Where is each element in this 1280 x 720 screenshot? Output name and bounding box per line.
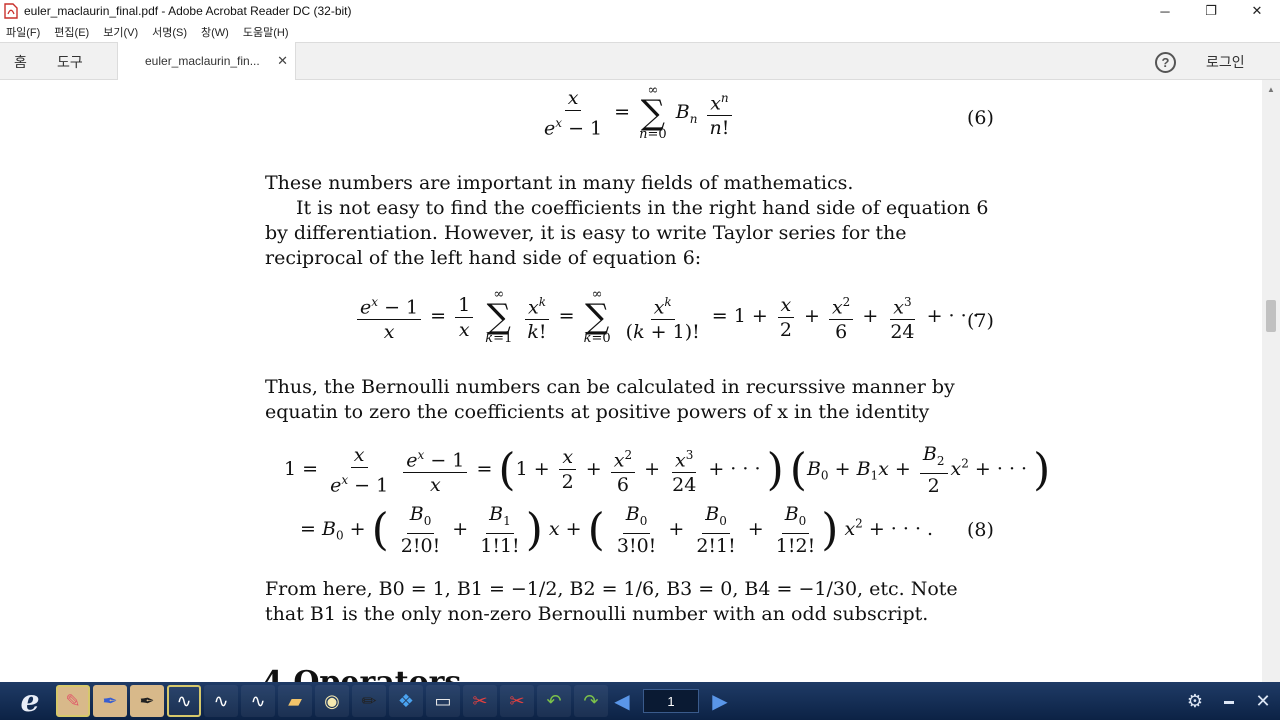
page-number-field[interactable]: 1 — [643, 689, 699, 713]
scroll-thumb[interactable] — [1266, 300, 1276, 332]
document-tab-label: euler_maclaurin_fin... — [145, 54, 260, 68]
restore-button[interactable]: ❐ — [1188, 0, 1234, 22]
document-viewport[interactable]: x ex − 1 = ∞ ∑ n=0 Bn xn n! (6) These number… — [0, 80, 1262, 682]
scroll-up-arrow-icon[interactable]: ▲ — [1267, 85, 1275, 94]
section-heading: 4 Operators — [262, 665, 461, 682]
menu-view[interactable]: 보기(V) — [101, 24, 140, 40]
equation-8-line-2: = B0 + ( B0 2!0! + B1 1!1!) x + ( B0 3!0! +… — [300, 503, 934, 557]
equation-6-number: (6) — [967, 107, 994, 129]
paragraph-2: It is not easy to find the coefficients … — [265, 197, 989, 269]
tab-document[interactable]: euler_maclaurin_fin... ✕ — [117, 42, 296, 80]
board-tool-icon[interactable]: ▭ — [426, 685, 460, 717]
wave-tool-icon[interactable]: ∿ — [204, 685, 238, 717]
eraser-tool-icon[interactable]: ▰ — [278, 685, 312, 717]
help-icon[interactable]: ? — [1155, 52, 1176, 73]
settings-gear-icon[interactable]: ⚙ — [1178, 682, 1212, 720]
menu-file[interactable]: 파일(F) — [4, 24, 42, 40]
menu-help[interactable]: 도움말(H) — [241, 24, 291, 40]
pdf-page: x ex − 1 = ∞ ∑ n=0 Bn xn n! (6) These number… — [0, 80, 1262, 683]
title-bar: euler_maclaurin_final.pdf - Adobe Acroba… — [0, 0, 1280, 22]
clear-all-tool-icon[interactable]: ✂ — [500, 685, 534, 717]
wave-tool-2-icon[interactable]: ∿ — [241, 685, 275, 717]
freehand-tool-icon[interactable]: ∿ — [167, 685, 201, 717]
menu-bar: 파일(F) 편집(E) 보기(V) 서명(S) 창(W) 도움말(H) — [0, 22, 1280, 42]
tab-bar: 홈 도구 euler_maclaurin_fin... ✕ ? 로그인 — [0, 42, 1280, 80]
pen-black-tool-icon[interactable]: ✒ — [130, 685, 164, 717]
paragraph-3: Thus, the Bernoulli numbers can be calcu… — [265, 376, 955, 423]
paragraph-4: From here, B0 = 1, B1 = −1/2, B2 = 1/6, … — [265, 578, 958, 625]
marker-tool-icon[interactable]: ✏ — [352, 685, 386, 717]
redo-tool-icon[interactable]: ↷ — [574, 685, 608, 717]
menu-window[interactable]: 창(W) — [199, 24, 231, 40]
annotation-toolbar: e ✎ ✒ ✒ ∿ ∿ ∿ ▰ ◉ ✏ ❖ ▭ ✂ ✂ ↶ ↷ ◀ 1 ▶ ⚙ ▬ ✕ — [0, 682, 1280, 720]
vertical-scrollbar[interactable]: ▲ — [1262, 80, 1280, 682]
spotlight-tool-icon[interactable]: ◉ — [315, 685, 349, 717]
login-button[interactable]: 로그인 — [1206, 52, 1245, 72]
equation-6: x ex − 1 = ∞ ∑ n=0 Bn xn n! — [538, 84, 735, 142]
tab-tools[interactable]: 도구 — [57, 52, 83, 72]
toolbar-logo-icon[interactable]: e — [4, 684, 56, 719]
undo-tool-icon[interactable]: ↶ — [537, 685, 571, 717]
next-page-icon[interactable]: ▶ — [709, 688, 731, 714]
paragraph-1: These numbers are important in many fiel… — [265, 172, 854, 194]
close-tab-icon[interactable]: ✕ — [277, 53, 288, 69]
menu-sign[interactable]: 서명(S) — [150, 24, 189, 40]
windows-tool-icon[interactable]: ❖ — [389, 685, 423, 717]
toolbar-close-icon[interactable]: ✕ — [1246, 682, 1280, 720]
toolbar-window-controls: ⚙ ▬ ✕ — [1178, 682, 1280, 720]
toolbar-minimize-icon[interactable]: ▬ — [1212, 682, 1246, 720]
previous-page-icon[interactable]: ◀ — [611, 688, 633, 714]
clear-tool-icon[interactable]: ✂ — [463, 685, 497, 717]
tab-home[interactable]: 홈 — [14, 52, 27, 72]
pen-blue-tool-icon[interactable]: ✒ — [93, 685, 127, 717]
highlighter-red-tool-icon[interactable]: ✎ — [56, 685, 90, 717]
equation-7: ex − 1x = 1x ∞ ∑ k=1 xk k! = ∞ ∑ k=0 xk (k + 1… — [354, 288, 979, 346]
equation-7-number: (7) — [967, 310, 994, 332]
close-button[interactable]: ✕ — [1234, 0, 1280, 22]
menu-edit[interactable]: 편집(E) — [52, 24, 91, 40]
window-title: euler_maclaurin_final.pdf - Adobe Acroba… — [24, 4, 352, 18]
window-controls: ─ ❐ ✕ — [1142, 0, 1280, 22]
equation-8-number: (8) — [967, 519, 994, 541]
minimize-button[interactable]: ─ — [1142, 0, 1188, 22]
equation-8-line-1: 1 = x ex − 1 ex − 1x = (1 + x2 + x2 6 + x3… — [284, 443, 1051, 497]
acrobat-pdf-icon — [4, 3, 18, 19]
